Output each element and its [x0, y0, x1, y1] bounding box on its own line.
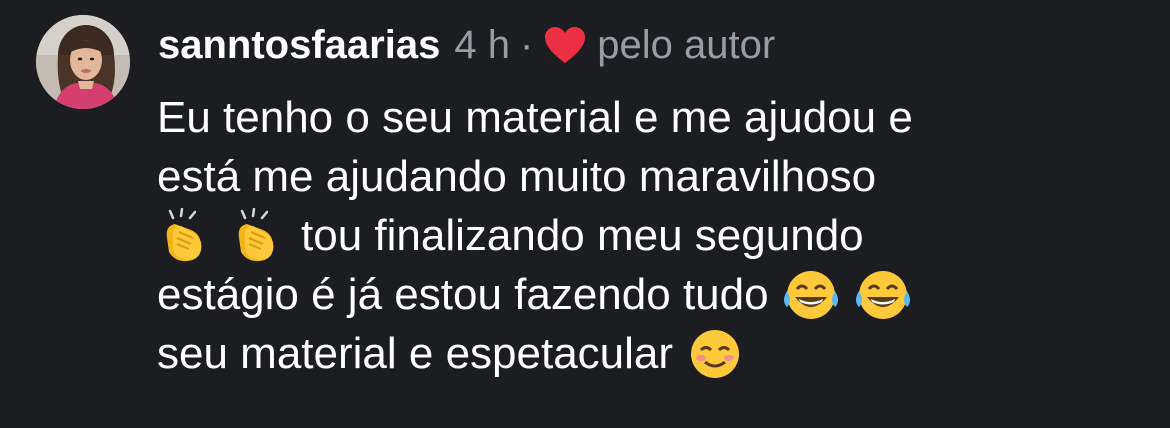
comment-line-4-text: estágio é já estou fazendo tudo [157, 270, 769, 319]
avatar[interactable] [36, 15, 130, 109]
clapping-hands-icon [157, 208, 219, 264]
comment-body: Eu tenho o seu material e me ajudou e es… [157, 88, 1137, 383]
comment-line-5: seu material e espetacular [157, 324, 1137, 383]
avatar-image [36, 15, 130, 109]
comment: sanntosfaarias 4 h · pelo autor Eu tenho… [0, 0, 1170, 428]
separator-dot: · [519, 23, 534, 67]
username[interactable]: sanntosfaarias [158, 18, 440, 72]
liked-by-author-label: pelo autor [597, 23, 776, 67]
smiling-face-icon [685, 326, 747, 382]
tears-of-joy-icon [781, 267, 843, 323]
comment-line-5-text: seu material e espetacular [157, 329, 674, 378]
comment-line-2: está me ajudando muito maravilhoso [157, 152, 877, 201]
comment-line-3-text: tou finalizando meu segundo [301, 211, 864, 260]
comment-line-4: estágio é já estou fazendo tudo [157, 265, 1137, 324]
heart-icon [543, 25, 587, 65]
comment-line-3: tou finalizando meu segundo [157, 206, 1137, 265]
timestamp: 4 h [454, 23, 510, 67]
clapping-hands-icon [229, 208, 291, 264]
tears-of-joy-icon [853, 267, 915, 323]
comment-header: sanntosfaarias 4 h · pelo autor [158, 18, 775, 72]
comment-line-1: Eu tenho o seu material e me ajudou e [157, 93, 913, 142]
